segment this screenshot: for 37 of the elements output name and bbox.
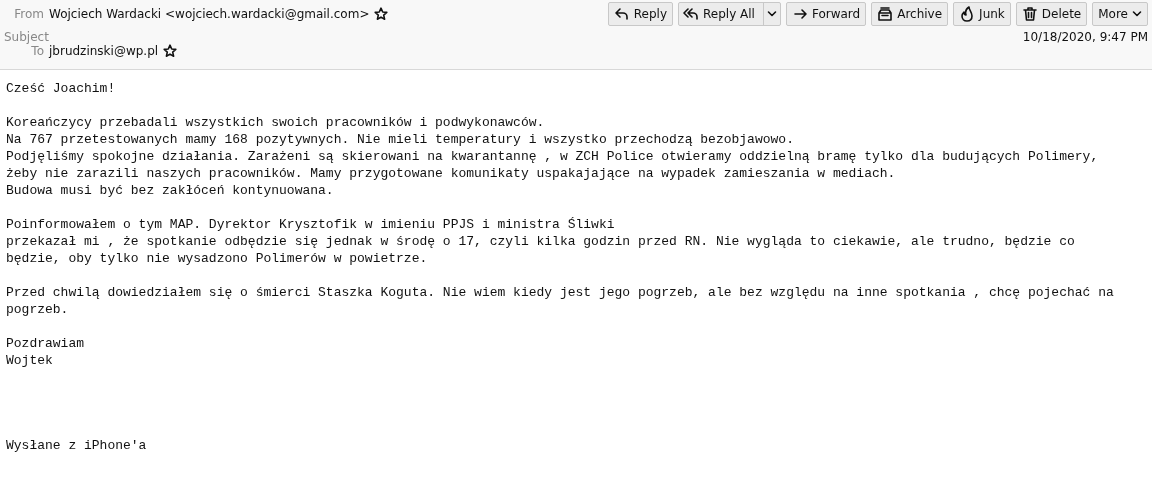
sender-address[interactable]: Wojciech Wardacki <wojciech.wardacki@gmail.com> (49, 7, 370, 21)
caret-icon (766, 10, 777, 18)
reply-arrow-icon (613, 6, 630, 22)
reply-button[interactable]: Reply (607, 2, 673, 26)
trash-icon (1021, 6, 1038, 22)
star-icon (163, 44, 178, 58)
archive-button[interactable]: Archive (871, 2, 949, 26)
message-text: będzie, oby tylko nie wysadzono Polimerów w powietrze. (6, 250, 429, 267)
reply-all-arrow-icon (683, 6, 699, 22)
message-text: Koreańczycy przebadali wszystkich swoich pracowników i podwykonawców. (6, 114, 546, 131)
star-icon (374, 7, 389, 21)
message-text: Budowa musi być bez zakłóceń kontynuowana. (6, 182, 335, 199)
to-label: To (30, 44, 44, 58)
message-text: Wojtek (6, 352, 54, 369)
message-text: przekazał mi , że spotkanie odbędzie się jednak w środę o 17, czyli kilka godzin przed RN. Nie wygląda to ciekawie, ale trudno, będzie co (6, 233, 1076, 250)
message-text: pogrzeb. (6, 301, 70, 318)
flame-icon (959, 6, 976, 22)
message-text: żeby nie zarazili naszych pracowników. Mamy przygotowane komunikaty uspakajające na wypadek zamieszania w mediach. (6, 165, 897, 182)
forward-button[interactable]: Forward (785, 2, 867, 26)
caret-icon (1132, 10, 1142, 18)
message-text: Cześć Joachim! (6, 80, 117, 97)
message-text: Poinformowałem o tym MAP. Dyrektor Krysztofik w imieniu PPJS i ministra Śliwki (6, 216, 616, 233)
reply-all-button[interactable]: Reply All (678, 2, 781, 26)
recipient-address[interactable]: jbrudzinski@wp.pl (49, 44, 159, 58)
subject-label: Subject (4, 30, 49, 44)
message-text: Podjęliśmy spokojne działania. Zarażeni są skierowani na kwarantannę , w ZCH Police otwieramy oddzielną bramę tylko dla budujących Polimery, (6, 148, 1100, 165)
junk-button[interactable]: Junk (953, 2, 1011, 26)
delete-button[interactable]: Delete (1015, 2, 1088, 26)
message-date: 10/18/2020, 9:47 PM (1022, 30, 1148, 44)
more-button[interactable]: More (1092, 2, 1148, 26)
from-label: From (13, 7, 44, 21)
message-text: Pozdrawiam (6, 335, 85, 352)
archive-box-icon (877, 6, 894, 22)
forward-arrow-icon (791, 6, 808, 22)
signature-text: Wysłane z iPhone'a (6, 437, 148, 454)
message-text: Na 767 przetestowanych mamy 168 pozytywnych. Nie mieli temperatury i wszystko przechodzą bezobjawowo. (6, 131, 795, 148)
message-text: Przed chwilą dowiedziałem się o śmierci Staszka Koguta. Nie wiem kiedy jest jego pogrzeb, ale bez względu na inne spotkania , chcę pojechać na (6, 284, 1115, 301)
